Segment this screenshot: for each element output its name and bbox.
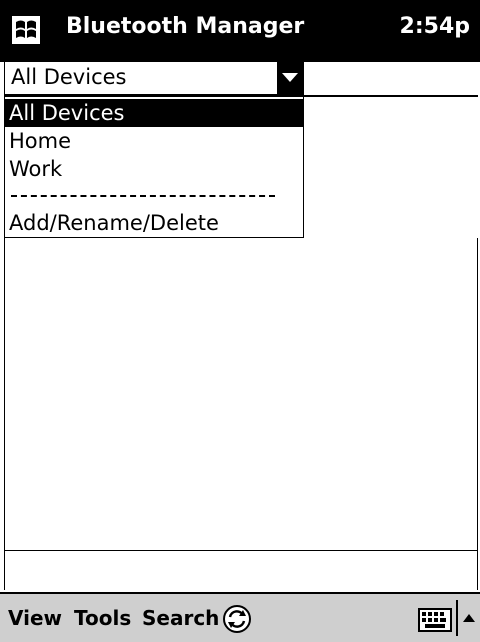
dropdown-item-home[interactable]: Home xyxy=(5,127,303,155)
menu-search[interactable]: Search xyxy=(142,606,219,630)
start-button[interactable] xyxy=(4,8,48,52)
dropdown-separator xyxy=(11,195,275,197)
keyboard-icon[interactable] xyxy=(418,608,452,632)
dropdown-item-work[interactable]: Work xyxy=(5,155,303,183)
dropdown-item-all-devices[interactable]: All Devices xyxy=(5,99,303,127)
arrow-up-icon[interactable] xyxy=(462,612,476,626)
device-filter-dropdown: All Devices Home Work Add/Rename/Delete xyxy=(4,96,304,238)
device-filter-combo[interactable]: All Devices xyxy=(4,62,304,95)
device-list-area[interactable] xyxy=(4,238,478,590)
content-divider xyxy=(4,550,478,551)
menu-tools[interactable]: Tools xyxy=(74,606,131,630)
app-title: Bluetooth Manager xyxy=(66,14,305,39)
windows-flag-icon xyxy=(12,16,40,44)
sync-icon[interactable] xyxy=(222,604,252,634)
title-bar: Bluetooth Manager 2:54p xyxy=(0,0,480,62)
input-panel-divider xyxy=(456,600,458,636)
menu-view[interactable]: View xyxy=(8,606,62,630)
dropdown-item-add-rename-delete[interactable]: Add/Rename/Delete xyxy=(5,209,303,237)
chevron-down-icon[interactable] xyxy=(277,62,303,94)
menu-bar: View Tools Search xyxy=(0,592,480,642)
clock[interactable]: 2:54p xyxy=(400,14,470,39)
device-filter-value: All Devices xyxy=(11,65,127,89)
